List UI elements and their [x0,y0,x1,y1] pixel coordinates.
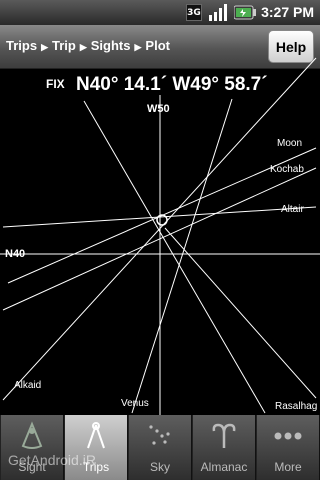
body-label-kochab: Kochab [270,164,304,175]
body-label-alkaid: Alkaid [14,380,42,391]
tab-trips[interactable]: Trips [65,415,128,480]
tab-label: More [274,460,302,474]
sextant-icon [21,421,43,449]
tab-almanac[interactable]: Almanac [193,415,256,480]
tab-sky[interactable]: Sky [129,415,192,480]
latitude-label: N40 [5,248,26,260]
tab-sight[interactable]: Sight [1,415,64,480]
tab-bar: Sight Trips Sky Almanac More [0,415,320,480]
more-icon [274,432,302,440]
tab-more[interactable]: More [257,415,320,480]
body-label-altair: Altair [281,204,304,215]
aries-icon [212,423,236,448]
body-label-moon: Moon [277,138,303,149]
watermark: GetAndroid.iR [8,452,96,468]
tab-label: Almanac [200,460,248,474]
lop-line [83,100,266,414]
stars-icon [149,425,170,445]
lop-line [131,98,233,414]
body-label-rasalhag: Rasalhag [275,401,318,412]
longitude-label: W50 [147,103,170,115]
body-label-venus: Venus [121,398,149,409]
compass-icon [87,422,105,449]
lines-of-position-plot[interactable] [0,0,320,415]
tab-label: Sky [149,460,170,474]
